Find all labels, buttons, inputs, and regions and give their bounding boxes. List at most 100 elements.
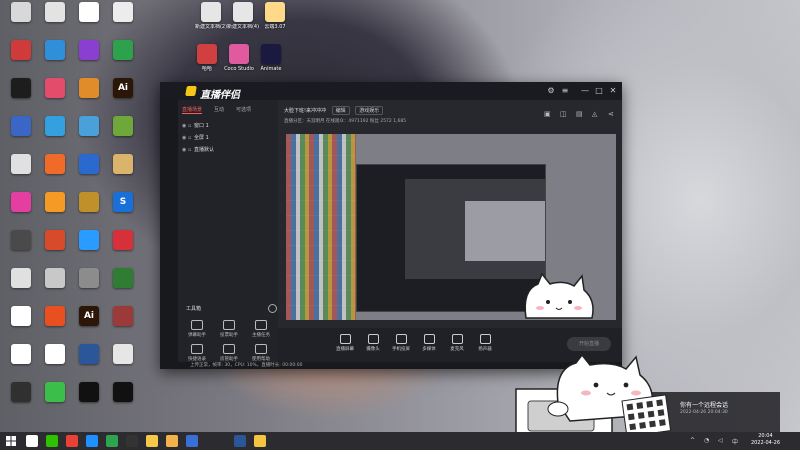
desktop-icon[interactable] — [38, 78, 72, 112]
desktop-icon[interactable]: S — [106, 192, 140, 226]
desktop-icon[interactable] — [72, 116, 106, 150]
desktop-icon[interactable] — [4, 344, 38, 378]
desktop-file-icon[interactable]: 哈哈 — [190, 44, 224, 78]
close-button[interactable]: ✕ — [608, 86, 618, 96]
edit-icon[interactable] — [146, 435, 158, 447]
maximize-button[interactable]: □ — [594, 86, 604, 96]
source-button[interactable]: 摄像头 — [360, 334, 386, 352]
desktop-icon[interactable] — [72, 78, 106, 112]
desktop-icon[interactable] — [106, 40, 140, 74]
desktop-icon[interactable] — [4, 78, 38, 112]
desktop-icon[interactable] — [106, 154, 140, 188]
desktop-file-icon[interactable]: Coco Studio — [222, 44, 256, 78]
desktop-icon[interactable] — [4, 116, 38, 150]
chrome-icon[interactable] — [66, 435, 78, 447]
network-icon[interactable]: ◔ — [704, 437, 709, 444]
desktop-icon[interactable]: Ai — [72, 306, 106, 340]
desktop-icon[interactable] — [4, 268, 38, 302]
search-icon[interactable] — [26, 435, 38, 447]
source-button[interactable]: 直播屏幕 — [332, 334, 358, 352]
desktop-file-icon[interactable]: 云端3.07 — [258, 2, 292, 36]
screenshot-icon[interactable]: ◫ — [560, 110, 567, 118]
tab-options[interactable]: 可选项 — [236, 106, 251, 113]
desktop-icon[interactable] — [106, 230, 140, 264]
start-live-button[interactable]: 开始直播 — [567, 337, 611, 351]
desktop-icon[interactable] — [106, 2, 140, 36]
desktop-icon[interactable] — [72, 344, 106, 378]
desktop-icon[interactable] — [38, 230, 72, 264]
gift-icon[interactable]: ▣ — [544, 110, 551, 118]
scene-item[interactable]: ◉ ▫ 直播默认 — [182, 146, 214, 153]
toolbox-item[interactable]: 主播任务 — [246, 320, 276, 338]
toolbox-item[interactable]: 弹幕助手 — [182, 320, 212, 338]
bell-icon[interactable]: ◬ — [592, 110, 597, 118]
windows-start-icon[interactable] — [6, 436, 16, 446]
source-button[interactable]: 麦克风 — [444, 334, 470, 352]
desktop-icon[interactable] — [106, 306, 140, 340]
title-bar[interactable]: 直播伴侣 ⚙ ≡ — □ ✕ — [160, 82, 622, 101]
volume-icon[interactable]: ◁ — [718, 437, 723, 444]
desktop-icon[interactable] — [72, 268, 106, 302]
desktop-file-icon[interactable]: 新建文本档(4) — [226, 2, 260, 36]
scene-item[interactable]: ◉ ▫ 窗口 1 — [182, 122, 209, 129]
desktop-icon[interactable] — [72, 382, 106, 416]
toolbox-item[interactable]: 快捷语录 — [182, 344, 212, 362]
desktop-icon[interactable] — [106, 268, 140, 302]
store-icon[interactable] — [86, 435, 98, 447]
record-icon[interactable]: ▤ — [576, 110, 583, 118]
desktop-icon[interactable] — [38, 154, 72, 188]
desktop-icon[interactable] — [4, 192, 38, 226]
desktop-icon[interactable] — [4, 2, 38, 36]
desktop-icon[interactable] — [38, 306, 72, 340]
desktop-icon[interactable]: Ai — [106, 78, 140, 112]
tab-interact[interactable]: 互动 — [214, 106, 224, 113]
desktop-icon[interactable] — [72, 2, 106, 36]
tab-scenes[interactable]: 直播场景 — [182, 106, 203, 114]
desktop-icon[interactable] — [72, 40, 106, 74]
desktop-icon[interactable] — [38, 192, 72, 226]
input-method-icon[interactable]: 中 — [732, 437, 738, 446]
photo-icon[interactable] — [186, 435, 198, 447]
desktop-icon[interactable] — [72, 154, 106, 188]
desktop-icon[interactable] — [4, 40, 38, 74]
desktop-file-icon[interactable]: 新建文本档(2) — [194, 2, 228, 36]
taskbar-clock[interactable]: 20:04 2022-04-26 — [751, 433, 780, 447]
desktop-icon[interactable] — [38, 268, 72, 302]
source-button[interactable]: 多媒体 — [416, 334, 442, 352]
source-button[interactable]: 扬声器 — [472, 334, 498, 352]
desktop-icon[interactable] — [4, 230, 38, 264]
desktop-icon[interactable] — [72, 192, 106, 226]
desktop-icon[interactable] — [4, 154, 38, 188]
desktop-file-icon[interactable]: Animate — [254, 44, 288, 78]
desktop-icon[interactable] — [106, 344, 140, 378]
desktop-icon[interactable] — [38, 344, 72, 378]
settings-icon[interactable]: ⚙ — [546, 86, 556, 96]
scene-item[interactable]: ◉ ▫ 全屏 1 — [182, 134, 209, 141]
source-button[interactable]: 手机投屏 — [388, 334, 414, 352]
desktop-icon[interactable] — [106, 382, 140, 416]
toolbox-item[interactable]: 房管助手 — [214, 344, 244, 362]
desktop-icon[interactable] — [4, 382, 38, 416]
desktop-icon[interactable] — [4, 306, 38, 340]
tray-arrow-icon[interactable]: ^ — [690, 437, 695, 444]
toolbox-item[interactable]: 使用帮助 — [246, 344, 276, 362]
category-button[interactable]: 游戏娱乐 — [355, 106, 384, 115]
sheets-icon[interactable] — [106, 435, 118, 447]
menu-icon[interactable]: ≡ — [560, 86, 570, 96]
desktop-icon[interactable] — [38, 2, 72, 36]
explorer-icon[interactable] — [166, 435, 178, 447]
edit-button[interactable]: 编辑 — [331, 106, 350, 115]
desktop-icon[interactable] — [38, 40, 72, 74]
desktop-icon[interactable] — [106, 116, 140, 150]
toolbox-item[interactable]: 投票助手 — [214, 320, 244, 338]
add-tool-icon[interactable] — [268, 304, 277, 313]
minimize-button[interactable]: — — [580, 86, 590, 96]
desktop-icon[interactable] — [38, 382, 72, 416]
folder-icon[interactable] — [254, 435, 266, 447]
word-icon[interactable] — [234, 435, 246, 447]
desktop-icon[interactable] — [72, 230, 106, 264]
wechat-icon[interactable] — [46, 435, 58, 447]
app-icon[interactable] — [126, 435, 138, 447]
share-icon[interactable]: ⋖ — [608, 110, 614, 118]
desktop-icon[interactable] — [38, 116, 72, 150]
